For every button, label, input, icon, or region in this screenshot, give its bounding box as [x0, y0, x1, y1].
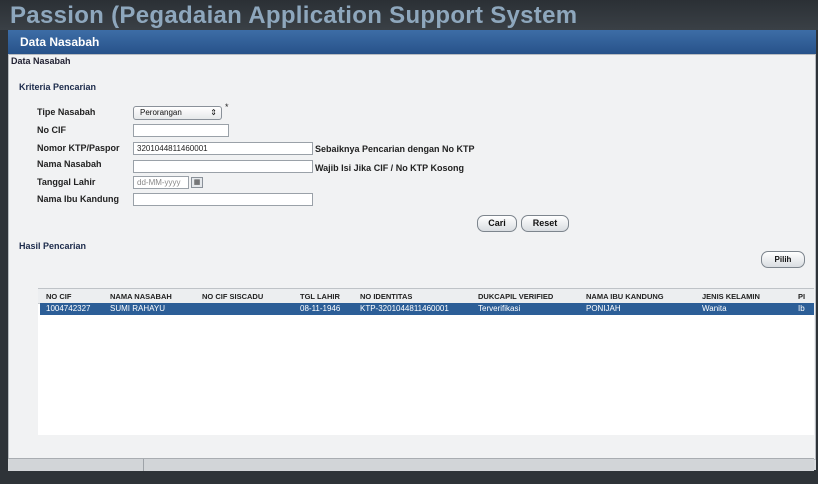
ibu-kandung-label: Nama Ibu Kandung: [37, 194, 120, 204]
cell-pi: Ib: [798, 304, 805, 313]
app-title: Passion (Pegadaian Application Support S…: [10, 2, 578, 29]
nama-nasabah-input[interactable]: [133, 160, 313, 173]
calendar-icon[interactable]: ▦: [191, 177, 203, 188]
col-tgl-lahir[interactable]: TGL LAHIR: [300, 292, 340, 301]
no-cif-input[interactable]: [133, 124, 229, 137]
ktp-input[interactable]: 3201044811460001: [133, 142, 313, 155]
results-grid: NO CIF NAMA NASABAH NO CIF SISCADU TGL L…: [38, 288, 814, 435]
nama-nasabah-label: Nama Nasabah: [37, 159, 102, 169]
tipe-nasabah-value: Perorangan: [140, 108, 182, 117]
criteria-section-title: Kriteria Pencarian: [19, 82, 97, 92]
tanggal-lahir-input[interactable]: dd-MM-yyyy: [133, 176, 189, 189]
pilih-button[interactable]: Pilih: [761, 251, 805, 268]
col-no-cif-siscadu[interactable]: NO CIF SISCADU: [202, 292, 263, 301]
ktp-label: Nomor KTP/Paspor: [37, 143, 120, 153]
col-nama-nasabah[interactable]: NAMA NASABAH: [110, 292, 172, 301]
col-pi[interactable]: PI: [798, 292, 805, 301]
ktp-hint: Sebaiknya Pencarian dengan No KTP: [315, 144, 475, 154]
cell-no-identitas: KTP-3201044811460001: [360, 304, 449, 313]
col-no-cif[interactable]: NO CIF: [46, 292, 71, 301]
status-divider: [143, 459, 144, 471]
ibu-kandung-input[interactable]: [133, 193, 313, 206]
results-section-title: Hasil Pencarian: [19, 241, 87, 251]
required-mark: *: [225, 102, 229, 112]
cell-no-cif: 1004742327: [46, 304, 91, 313]
col-dukcapil-verified[interactable]: DUKCAPIL VERIFIED: [478, 292, 553, 301]
col-no-identitas[interactable]: NO IDENTITAS: [360, 292, 412, 301]
col-jenis-kelamin[interactable]: JENIS KELAMIN: [702, 292, 760, 301]
cell-jenis-kelamin: Wanita: [702, 304, 727, 313]
panel-title: Data Nasabah: [11, 56, 71, 66]
cell-nama-nasabah: SUMI RAHAYU: [110, 304, 165, 313]
tipe-nasabah-select[interactable]: Perorangan ⇕: [133, 106, 222, 120]
status-bar: [8, 458, 814, 471]
grid-header: NO CIF NAMA NASABAH NO CIF SISCADU TGL L…: [38, 289, 814, 304]
table-row[interactable]: 1004742327 SUMI RAHAYU 08-11-1946 KTP-32…: [40, 303, 814, 315]
nama-hint: Wajib Isi Jika CIF / No KTP Kosong: [315, 163, 465, 173]
reset-button[interactable]: Reset: [521, 215, 569, 232]
no-cif-label: No CIF: [37, 125, 66, 135]
data-nasabah-window: Data Nasabah Data Nasabah Kriteria Penca…: [8, 30, 816, 471]
tipe-nasabah-label: Tipe Nasabah: [37, 107, 96, 117]
cell-dukcapil: Terverifikasi: [478, 304, 521, 313]
select-arrows-icon: ⇕: [210, 108, 217, 117]
cell-tgl-lahir: 08-11-1946: [300, 304, 341, 313]
col-nama-ibu-kandung[interactable]: NAMA IBU KANDUNG: [586, 292, 664, 301]
window-title: Data Nasabah: [8, 30, 816, 54]
cell-nama-ibu: PONIJAH: [586, 304, 621, 313]
cari-button[interactable]: Cari: [477, 215, 517, 232]
tanggal-lahir-label: Tanggal Lahir: [37, 177, 96, 187]
